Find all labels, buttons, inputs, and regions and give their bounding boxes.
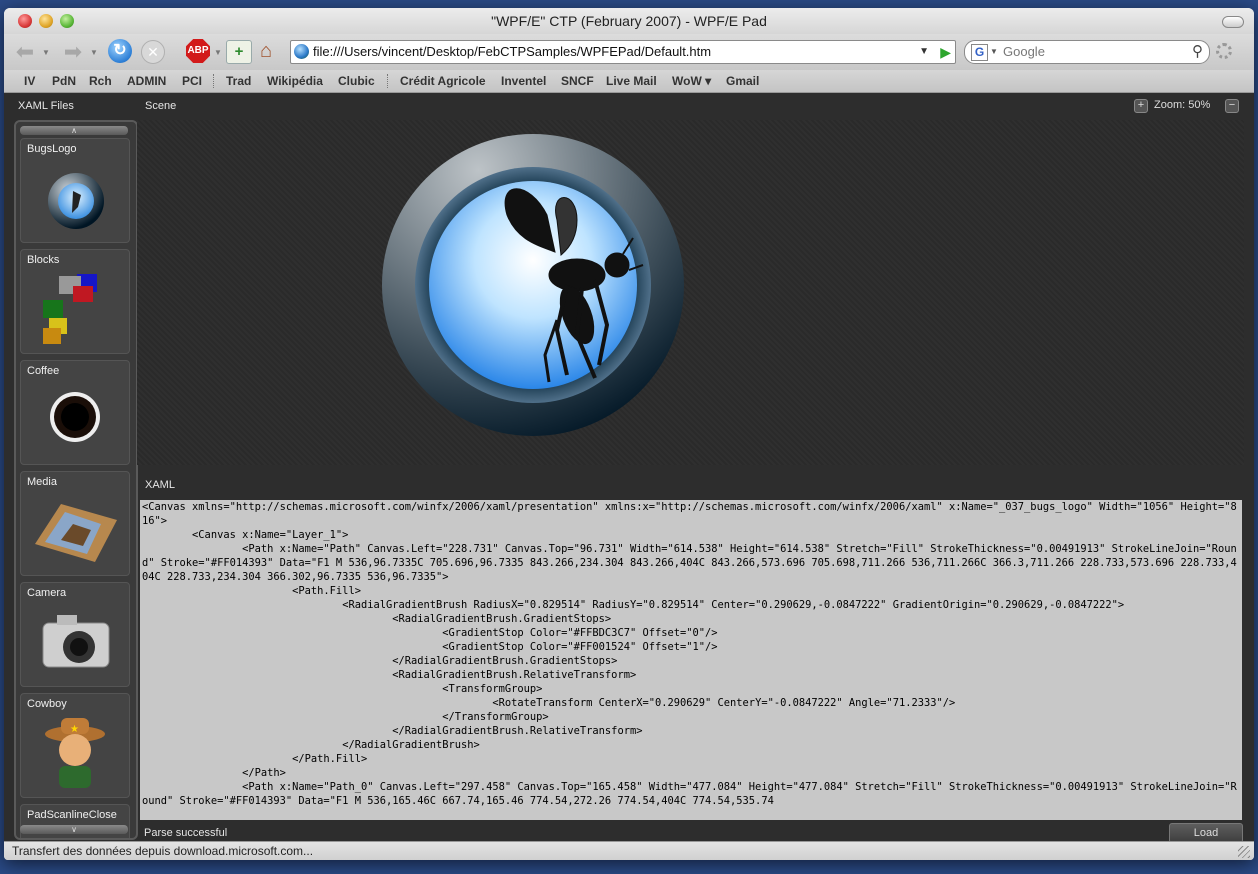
bookmark-item[interactable]: Wikipédia (267, 70, 323, 92)
browser-status-bar: Transfert des données depuis download.mi… (4, 841, 1254, 860)
list-item-media[interactable]: Media (20, 471, 130, 576)
bookmark-item[interactable]: Gmail (726, 70, 759, 92)
window-title: "WPF/E" CTP (February 2007) - WPF/E Pad (491, 13, 767, 29)
bookmark-separator (213, 74, 214, 88)
bookmarks-bar: IV PdN Rch ADMIN PCI Trad Wikipédia Club… (4, 70, 1254, 93)
bookmark-item[interactable]: WoW ▾ (672, 70, 711, 92)
search-placeholder[interactable]: Google (1003, 41, 1045, 63)
zoom-out-button[interactable]: − (1225, 99, 1239, 113)
xaml-editor[interactable]: <Canvas xmlns="http://schemas.microsoft.… (140, 500, 1242, 820)
adblock-dropdown-icon[interactable]: ▼ (214, 48, 222, 57)
scroll-down-button[interactable]: ∨ (20, 825, 128, 834)
wpfe-pad-app: XAML Files Scene + Zoom: 50% − ∧ BugsLog… (4, 93, 1254, 843)
stop-icon[interactable]: ✕ (141, 40, 165, 64)
list-item-blocks[interactable]: Blocks (20, 249, 130, 354)
resize-grip-icon[interactable] (1238, 846, 1250, 858)
xaml-files-title: XAML Files (18, 100, 74, 112)
zoom-level: Zoom: 50% (1154, 99, 1211, 111)
scene-canvas[interactable] (137, 120, 1244, 465)
bookmark-item[interactable]: PdN (52, 70, 76, 92)
parse-status: Parse successful (144, 827, 228, 839)
camera-thumbnail (42, 615, 110, 668)
address-bar[interactable]: file:///Users/vincent/Desktop/FebCTPSamp… (290, 40, 956, 64)
bookmark-item[interactable]: Crédit Agricole (400, 70, 486, 92)
forward-history-dropdown-icon[interactable]: ▼ (90, 48, 98, 57)
site-globe-icon (294, 44, 309, 59)
bookmark-item[interactable]: Rch (89, 70, 112, 92)
bookmark-item[interactable]: Live Mail (606, 70, 657, 92)
add-tab-icon[interactable]: + (226, 40, 252, 64)
load-button[interactable]: Load (1169, 823, 1243, 843)
bookmark-item[interactable]: Inventel (501, 70, 546, 92)
bookmark-item[interactable]: IV (24, 70, 35, 92)
bookmark-item[interactable]: ADMIN (127, 70, 166, 92)
scene-title: Scene (145, 100, 177, 112)
reload-icon[interactable]: ↻ (108, 39, 132, 63)
minimize-window-button[interactable] (39, 14, 53, 28)
zoom-window-button[interactable] (60, 14, 74, 28)
bookmark-item[interactable]: SNCF (561, 70, 594, 92)
back-arrow-icon[interactable]: ⬅ (12, 40, 38, 64)
url-dropdown-icon[interactable]: ▼ (919, 41, 929, 63)
scroll-up-button[interactable]: ∧ (20, 126, 128, 135)
list-item-coffee[interactable]: Coffee (20, 360, 130, 465)
bugs-logo-render (382, 134, 684, 436)
bookmark-item[interactable]: Trad (226, 70, 251, 92)
url-text[interactable]: file:///Users/vincent/Desktop/FebCTPSamp… (313, 41, 711, 63)
cowboy-thumbnail: ★ (45, 718, 105, 788)
search-bar[interactable]: G ▼ Google ⚲ (964, 40, 1210, 64)
bugslogo-thumbnail (48, 173, 104, 229)
adblock-plus-icon[interactable]: ABP (186, 39, 210, 63)
list-item-camera[interactable]: Camera (20, 582, 130, 687)
bookmark-item[interactable]: Clubic (338, 70, 375, 92)
loading-spinner-icon (1216, 43, 1232, 59)
toolbar-toggle-button[interactable] (1222, 16, 1244, 28)
xaml-code[interactable]: <Canvas xmlns="http://schemas.microsoft.… (140, 500, 1242, 808)
xaml-files-list[interactable]: ∧ BugsLogo Blocks Coffee Media Camera Co… (14, 120, 138, 840)
list-item-bugslogo[interactable]: BugsLogo (20, 138, 130, 243)
search-icon[interactable]: ⚲ (1192, 41, 1203, 63)
list-item-label: PadScanlineClose (27, 809, 117, 821)
zoom-in-button[interactable]: + (1134, 99, 1148, 113)
browser-window: "WPF/E" CTP (February 2007) - WPF/E Pad … (4, 8, 1254, 860)
back-history-dropdown-icon[interactable]: ▼ (42, 48, 50, 57)
media-thumbnail (35, 504, 117, 562)
home-icon[interactable]: ⌂ (260, 40, 272, 62)
blocks-thumbnail (43, 274, 97, 344)
forward-arrow-icon[interactable]: ➡ (60, 40, 86, 64)
bookmark-separator (387, 74, 388, 88)
google-engine-icon[interactable]: G (971, 44, 988, 61)
title-bar: "WPF/E" CTP (February 2007) - WPF/E Pad (4, 8, 1254, 34)
svg-text:★: ★ (70, 724, 79, 735)
search-engine-dropdown-icon[interactable]: ▼ (990, 41, 998, 63)
close-window-button[interactable] (18, 14, 32, 28)
list-item-padscanlineclose[interactable]: PadScanlineClose (20, 804, 130, 838)
go-arrow-icon[interactable]: ▶ (940, 41, 951, 63)
list-item-cowboy[interactable]: Cowboy ★ (20, 693, 130, 798)
navigation-toolbar: ⬅ ▼ ➡ ▼ ↻ ✕ ABP ▼ + ⌂ file:///Users/vinc… (4, 34, 1254, 70)
coffee-thumbnail (50, 392, 100, 442)
xaml-title: XAML (145, 479, 175, 491)
bookmark-item[interactable]: PCI (182, 70, 202, 92)
status-text: Transfert des données depuis download.mi… (12, 844, 314, 858)
